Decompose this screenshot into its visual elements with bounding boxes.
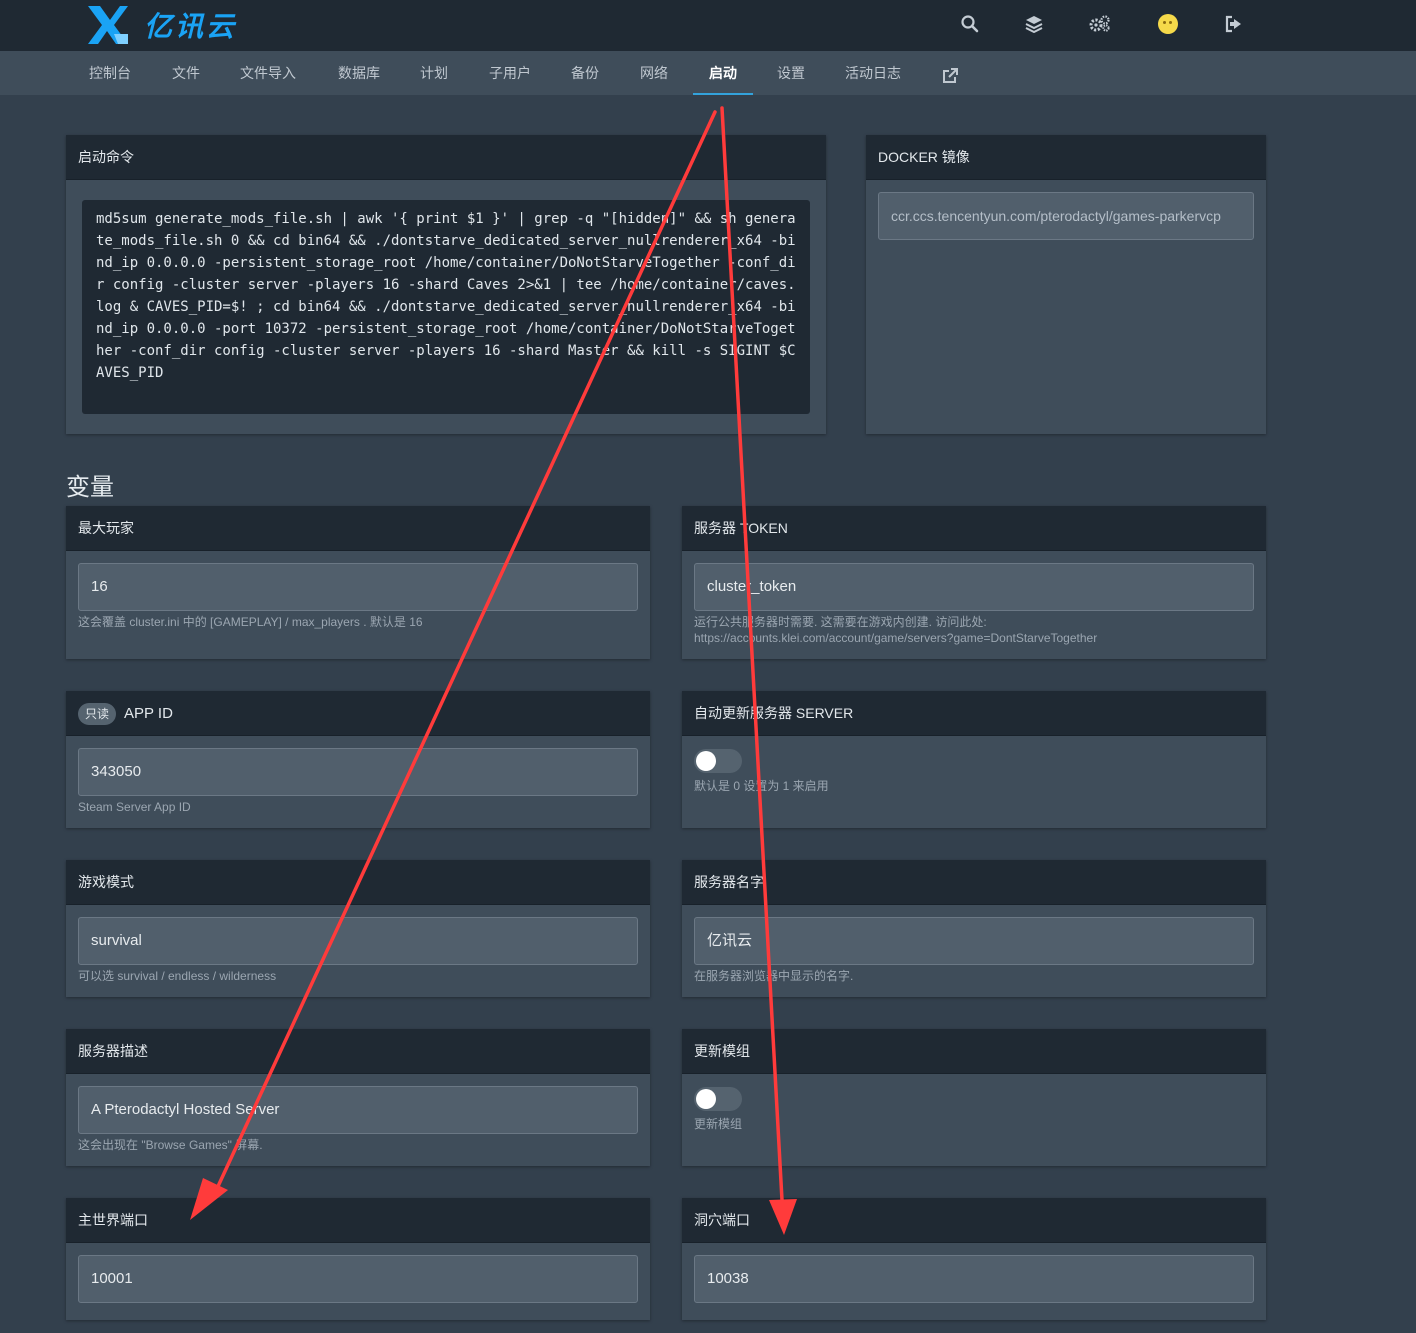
variable-title: 只读 APP ID: [66, 691, 650, 736]
variable-title: 洞穴端口: [682, 1198, 1266, 1243]
tab-databases[interactable]: 数据库: [338, 51, 380, 95]
variable-title: 自动更新服务器 SERVER: [682, 691, 1266, 736]
variable-help: 可以选 survival / endless / wilderness: [78, 969, 277, 983]
variable-server-name: 服务器名字 亿讯云 在服务器浏览器中显示的名字.: [682, 860, 1266, 997]
avatar[interactable]: [1154, 10, 1182, 38]
layers-icon[interactable]: [1020, 10, 1048, 38]
auto-update-toggle[interactable]: [694, 749, 742, 773]
brand-logo[interactable]: 亿讯云: [86, 4, 237, 46]
server-name-input[interactable]: 亿讯云: [694, 917, 1254, 965]
variable-update-mods: 更新模组 更新模组: [682, 1029, 1266, 1166]
search-icon[interactable]: [956, 10, 984, 38]
tab-startup[interactable]: 启动: [693, 51, 753, 95]
variable-help: 这会出现在 "Browse Games" 屏幕.: [78, 1138, 263, 1152]
variable-master-port: 主世界端口 10001: [66, 1198, 650, 1320]
variable-game-mode: 游戏模式 survival 可以选 survival / endless / w…: [66, 860, 650, 997]
variable-title: 更新模组: [682, 1029, 1266, 1074]
variable-server-token: 服务器 TOKEN cluster_token 运行公共服务器时需要. 这需要在…: [682, 506, 1266, 659]
tab-settings[interactable]: 设置: [777, 51, 805, 95]
variable-help-link[interactable]: https://accounts.klei.com/account/game/s…: [694, 630, 1097, 646]
variable-help: 这会覆盖 cluster.ini 中的 [GAMEPLAY] / max_pla…: [78, 615, 423, 629]
logout-icon[interactable]: [1220, 10, 1248, 38]
tab-schedules[interactable]: 计划: [420, 51, 448, 95]
variable-max-players: 最大玩家 16 这会覆盖 cluster.ini 中的 [GAMEPLAY] /…: [66, 506, 650, 659]
variable-help: 更新模组: [694, 1117, 743, 1131]
master-port-input[interactable]: 10001: [78, 1255, 638, 1303]
variable-help: 默认是 0 设置为 1 来启用: [694, 779, 829, 793]
read-only-badge: 只读: [78, 703, 117, 726]
variables-title: 变量: [66, 474, 114, 501]
tab-file-import[interactable]: 文件导入: [240, 51, 296, 95]
brand-name: 亿讯云: [144, 11, 238, 42]
variable-title: 游戏模式: [66, 860, 650, 905]
variable-app-id: 只读 APP ID 343050 Steam Server App ID: [66, 691, 650, 828]
variable-help: Steam Server App ID: [78, 800, 191, 814]
caves-port-input[interactable]: 10038: [694, 1255, 1254, 1303]
app-id-input: 343050: [78, 748, 638, 796]
variable-title: 主世界端口: [66, 1198, 650, 1243]
tab-files[interactable]: 文件: [172, 51, 200, 95]
server-description-input[interactable]: A Pterodactyl Hosted Server: [78, 1086, 638, 1134]
tab-activity-log[interactable]: 活动日志: [845, 51, 901, 95]
variable-title: 服务器名字: [682, 860, 1266, 905]
tab-backups[interactable]: 备份: [571, 51, 599, 95]
tab-subusers[interactable]: 子用户: [489, 51, 531, 95]
variable-server-description: 服务器描述 A Pterodactyl Hosted Server 这会出现在 …: [66, 1029, 650, 1166]
external-link-icon[interactable]: [942, 53, 958, 97]
startup-command-box: 启动命令 md5sum generate_mods_file.sh | awk …: [66, 135, 826, 434]
variable-title-text: APP ID: [124, 705, 173, 722]
docker-image-box: DOCKER 镜像 ccr.ccs.tencentyun.com/pteroda…: [866, 135, 1266, 434]
variable-caves-port: 洞穴端口 10038: [682, 1198, 1266, 1320]
top-bar: 亿讯云: [0, 0, 1416, 51]
settings-icon[interactable]: [1086, 10, 1114, 38]
update-mods-toggle[interactable]: [694, 1087, 742, 1111]
docker-image-title: DOCKER 镜像: [866, 135, 1266, 180]
startup-command-text: md5sum generate_mods_file.sh | awk '{ pr…: [82, 200, 810, 414]
tab-console[interactable]: 控制台: [89, 51, 131, 95]
variable-help-line-1: 运行公共服务器时需要. 这需要在游戏内创建. 访问此处:: [694, 615, 987, 629]
variable-help: 在服务器浏览器中显示的名字.: [694, 969, 854, 983]
tab-network[interactable]: 网络: [640, 51, 668, 95]
variable-auto-update: 自动更新服务器 SERVER 默认是 0 设置为 1 来启用: [682, 691, 1266, 828]
logo-icon: [88, 6, 128, 44]
startup-command-title: 启动命令: [66, 135, 826, 180]
server-token-input[interactable]: cluster_token: [694, 563, 1254, 611]
variable-title: 最大玩家: [66, 506, 650, 551]
avatar-image: [1158, 14, 1178, 34]
docker-image-field[interactable]: ccr.ccs.tencentyun.com/pterodactyl/games…: [878, 192, 1254, 240]
variable-help: 运行公共服务器时需要. 这需要在游戏内创建. 访问此处: https://acc…: [694, 614, 1097, 646]
variable-title: 服务器 TOKEN: [682, 506, 1266, 551]
game-mode-input[interactable]: survival: [78, 917, 638, 965]
variable-title: 服务器描述: [66, 1029, 650, 1074]
max-players-input[interactable]: 16: [78, 563, 638, 611]
nav-bar: 控制台 文件 文件导入 数据库 计划 子用户 备份 网络 启动 设置 活动日志: [0, 51, 1416, 95]
